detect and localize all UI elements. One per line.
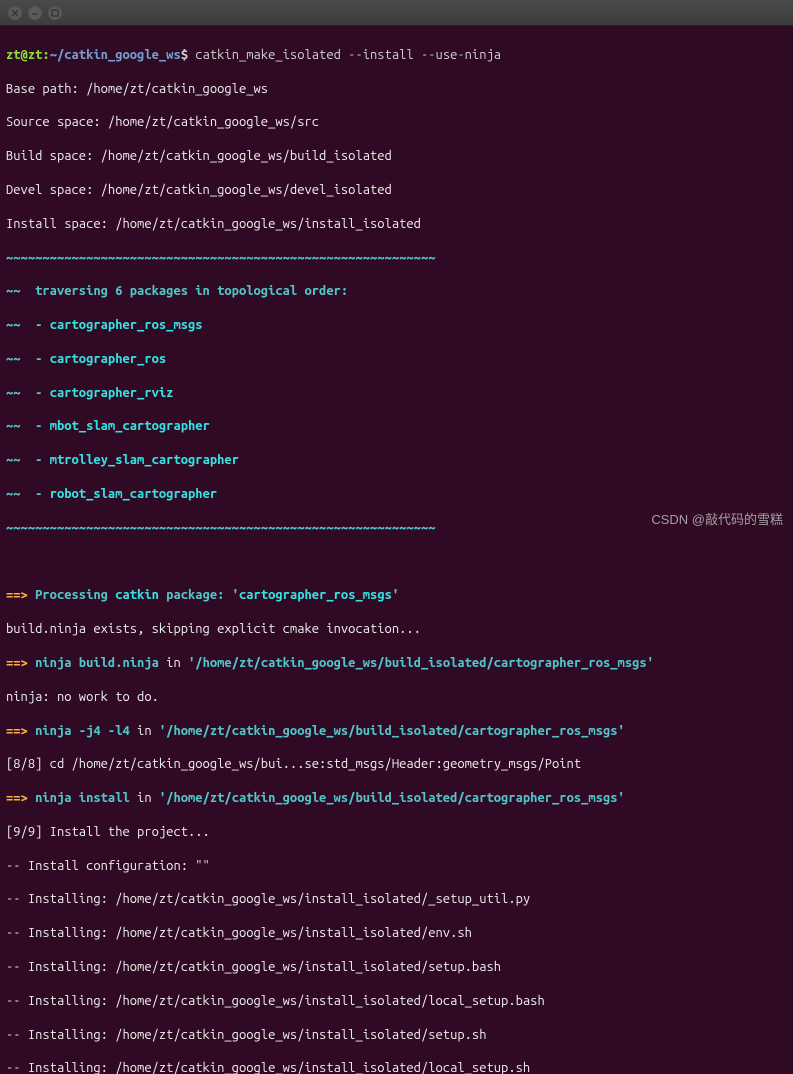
step-line: [9/9] Install the project... [6, 824, 787, 841]
command-text: catkin_make_isolated --install --use-nin… [195, 48, 501, 62]
config-line: -- Install configuration: "" [6, 858, 787, 875]
ninja-install-line: ==> ninja install in '/home/zt/catkin_go… [6, 790, 787, 807]
prompt-user: zt@zt [6, 48, 42, 62]
ninja-build-line: ==> ninja build.ninja in '/home/zt/catki… [6, 655, 787, 672]
window-titlebar [0, 0, 793, 26]
divider: ~~~~~~~~~~~~~~~~~~~~~~~~~~~~~~~~~~~~~~~~… [6, 250, 787, 267]
package-item: ~~ - robot_slam_cartographer [6, 486, 787, 503]
traverse-header: ~~ traversing 6 packages in topological … [6, 283, 787, 300]
install-line: -- Installing: /home/zt/catkin_google_ws… [6, 1060, 787, 1074]
package-item: ~~ - cartographer_ros_msgs [6, 317, 787, 334]
build-space: Build space: /home/zt/catkin_google_ws/b… [6, 148, 787, 165]
step-line: [8/8] cd /home/zt/catkin_google_ws/bui..… [6, 756, 787, 773]
install-line: -- Installing: /home/zt/catkin_google_ws… [6, 959, 787, 976]
blank-line [6, 554, 787, 571]
devel-space: Devel space: /home/zt/catkin_google_ws/d… [6, 182, 787, 199]
skip-line: build.ninja exists, skipping explicit cm… [6, 621, 787, 638]
package-item: ~~ - mbot_slam_cartographer [6, 418, 787, 435]
watermark: CSDN @敲代码的雪糕 [651, 512, 783, 529]
close-icon[interactable] [8, 6, 22, 20]
prompt-line: zt@zt:~/catkin_google_ws$ catkin_make_is… [6, 47, 787, 64]
base-path: Base path: /home/zt/catkin_google_ws [6, 81, 787, 98]
terminal-output[interactable]: zt@zt:~/catkin_google_ws$ catkin_make_is… [0, 26, 793, 1074]
package-item: ~~ - cartographer_rviz [6, 385, 787, 402]
ninja-j4-line: ==> ninja -j4 -l4 in '/home/zt/catkin_go… [6, 723, 787, 740]
prompt-path: ~/catkin_google_ws [50, 48, 181, 62]
install-line: -- Installing: /home/zt/catkin_google_ws… [6, 891, 787, 908]
nowork-line: ninja: no work to do. [6, 689, 787, 706]
processing-line: ==> Processing catkin package: 'cartogra… [6, 587, 787, 604]
maximize-icon[interactable] [48, 6, 62, 20]
install-line: -- Installing: /home/zt/catkin_google_ws… [6, 993, 787, 1010]
source-space: Source space: /home/zt/catkin_google_ws/… [6, 114, 787, 131]
package-item: ~~ - cartographer_ros [6, 351, 787, 368]
install-space: Install space: /home/zt/catkin_google_ws… [6, 216, 787, 233]
minimize-icon[interactable] [28, 6, 42, 20]
install-line: -- Installing: /home/zt/catkin_google_ws… [6, 925, 787, 942]
install-line: -- Installing: /home/zt/catkin_google_ws… [6, 1027, 787, 1044]
package-item: ~~ - mtrolley_slam_cartographer [6, 452, 787, 469]
